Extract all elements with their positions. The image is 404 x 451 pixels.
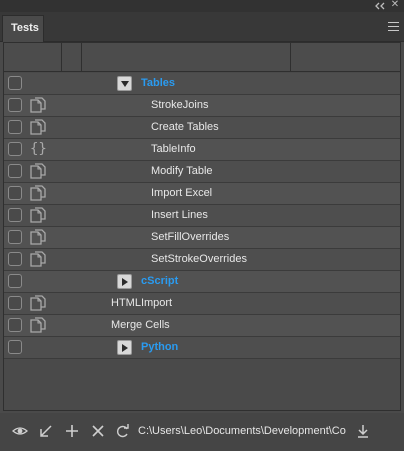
panel-topbar: ✕ [0, 0, 404, 12]
row-checkbox[interactable] [8, 230, 22, 244]
script-row[interactable]: Import Excel [4, 183, 400, 205]
add-icon[interactable] [64, 423, 80, 439]
script-label: StrokeJoins [151, 99, 209, 111]
script-file-icon [29, 207, 47, 224]
script-row[interactable]: SetFillOverrides [4, 227, 400, 249]
expand-toggle-icon[interactable] [117, 274, 132, 289]
script-table: Tables StrokeJoins Create Tables {} TableInf… [3, 42, 401, 411]
script-label: Create Tables [151, 121, 219, 133]
row-checkbox[interactable] [8, 142, 22, 156]
script-label: HTMLImport [111, 297, 173, 309]
script-file-icon [29, 317, 47, 334]
row-checkbox[interactable] [8, 318, 22, 332]
braces-icon: {} [30, 141, 47, 157]
group-row[interactable]: Tables [4, 73, 400, 95]
script-label: Modify Table [151, 165, 213, 177]
group-row[interactable]: cScript [4, 271, 400, 293]
script-file-icon [29, 97, 47, 114]
column-header-cell[interactable] [62, 43, 82, 72]
group-label[interactable]: Tables [141, 73, 175, 94]
row-checkbox[interactable] [8, 98, 22, 112]
collapse-icon[interactable] [374, 1, 386, 11]
row-checkbox[interactable] [8, 252, 22, 266]
group-label[interactable]: cScript [141, 271, 178, 292]
row-checkbox[interactable] [8, 296, 22, 310]
script-row[interactable]: Create Tables [4, 117, 400, 139]
script-row[interactable]: StrokeJoins [4, 95, 400, 117]
close-icon[interactable]: ✕ [390, 0, 400, 10]
script-label: SetStrokeOverrides [151, 253, 247, 265]
row-checkbox[interactable] [8, 208, 22, 222]
script-file-icon [29, 229, 47, 246]
script-label: Insert Lines [151, 209, 208, 221]
row-checkbox[interactable] [8, 186, 22, 200]
script-label: Import Excel [151, 187, 213, 199]
expand-toggle-icon[interactable] [117, 340, 132, 355]
script-label: Merge Cells [111, 319, 170, 331]
folder-path-field[interactable]: C:\Users\Leo\Documents\Development\Co [138, 423, 348, 439]
tab-tests[interactable]: Tests [2, 15, 44, 42]
refresh-icon[interactable] [115, 423, 131, 439]
script-row[interactable]: HTMLImport [4, 293, 400, 315]
script-row[interactable]: {} TableInfo [4, 139, 400, 161]
import-arrow-icon[interactable] [38, 423, 54, 439]
script-list: Tables StrokeJoins Create Tables {} TableInf… [4, 73, 400, 359]
script-row[interactable]: Modify Table [4, 161, 400, 183]
footer-toolbar: C:\Users\Leo\Documents\Development\Co [0, 413, 404, 451]
row-checkbox[interactable] [8, 120, 22, 134]
panel-menu-icon[interactable] [388, 22, 399, 31]
row-checkbox[interactable] [8, 274, 22, 288]
script-file-icon [29, 119, 47, 136]
column-header-cell[interactable] [82, 43, 291, 72]
eye-icon[interactable] [12, 423, 28, 439]
delete-icon[interactable] [90, 423, 106, 439]
row-checkbox[interactable] [8, 76, 22, 90]
row-checkbox[interactable] [8, 340, 22, 354]
row-checkbox[interactable] [8, 164, 22, 178]
column-header [4, 43, 400, 72]
script-row[interactable]: SetStrokeOverrides [4, 249, 400, 271]
script-row[interactable]: Merge Cells [4, 315, 400, 337]
script-file-icon [29, 295, 47, 312]
column-header-cell[interactable] [4, 43, 62, 72]
tests-panel: ✕ Tests Tables StrokeJoins Create Tables {}… [0, 0, 404, 451]
group-row[interactable]: Python [4, 337, 400, 359]
script-file-icon [29, 163, 47, 180]
collapse-toggle-icon[interactable] [117, 76, 132, 91]
script-file-icon [29, 185, 47, 202]
script-label: TableInfo [151, 143, 196, 155]
script-row[interactable]: Insert Lines [4, 205, 400, 227]
download-icon[interactable] [355, 423, 371, 439]
script-file-icon [29, 251, 47, 268]
script-label: SetFillOverrides [151, 231, 230, 243]
group-label[interactable]: Python [141, 337, 178, 358]
tab-bar: Tests [0, 12, 404, 42]
